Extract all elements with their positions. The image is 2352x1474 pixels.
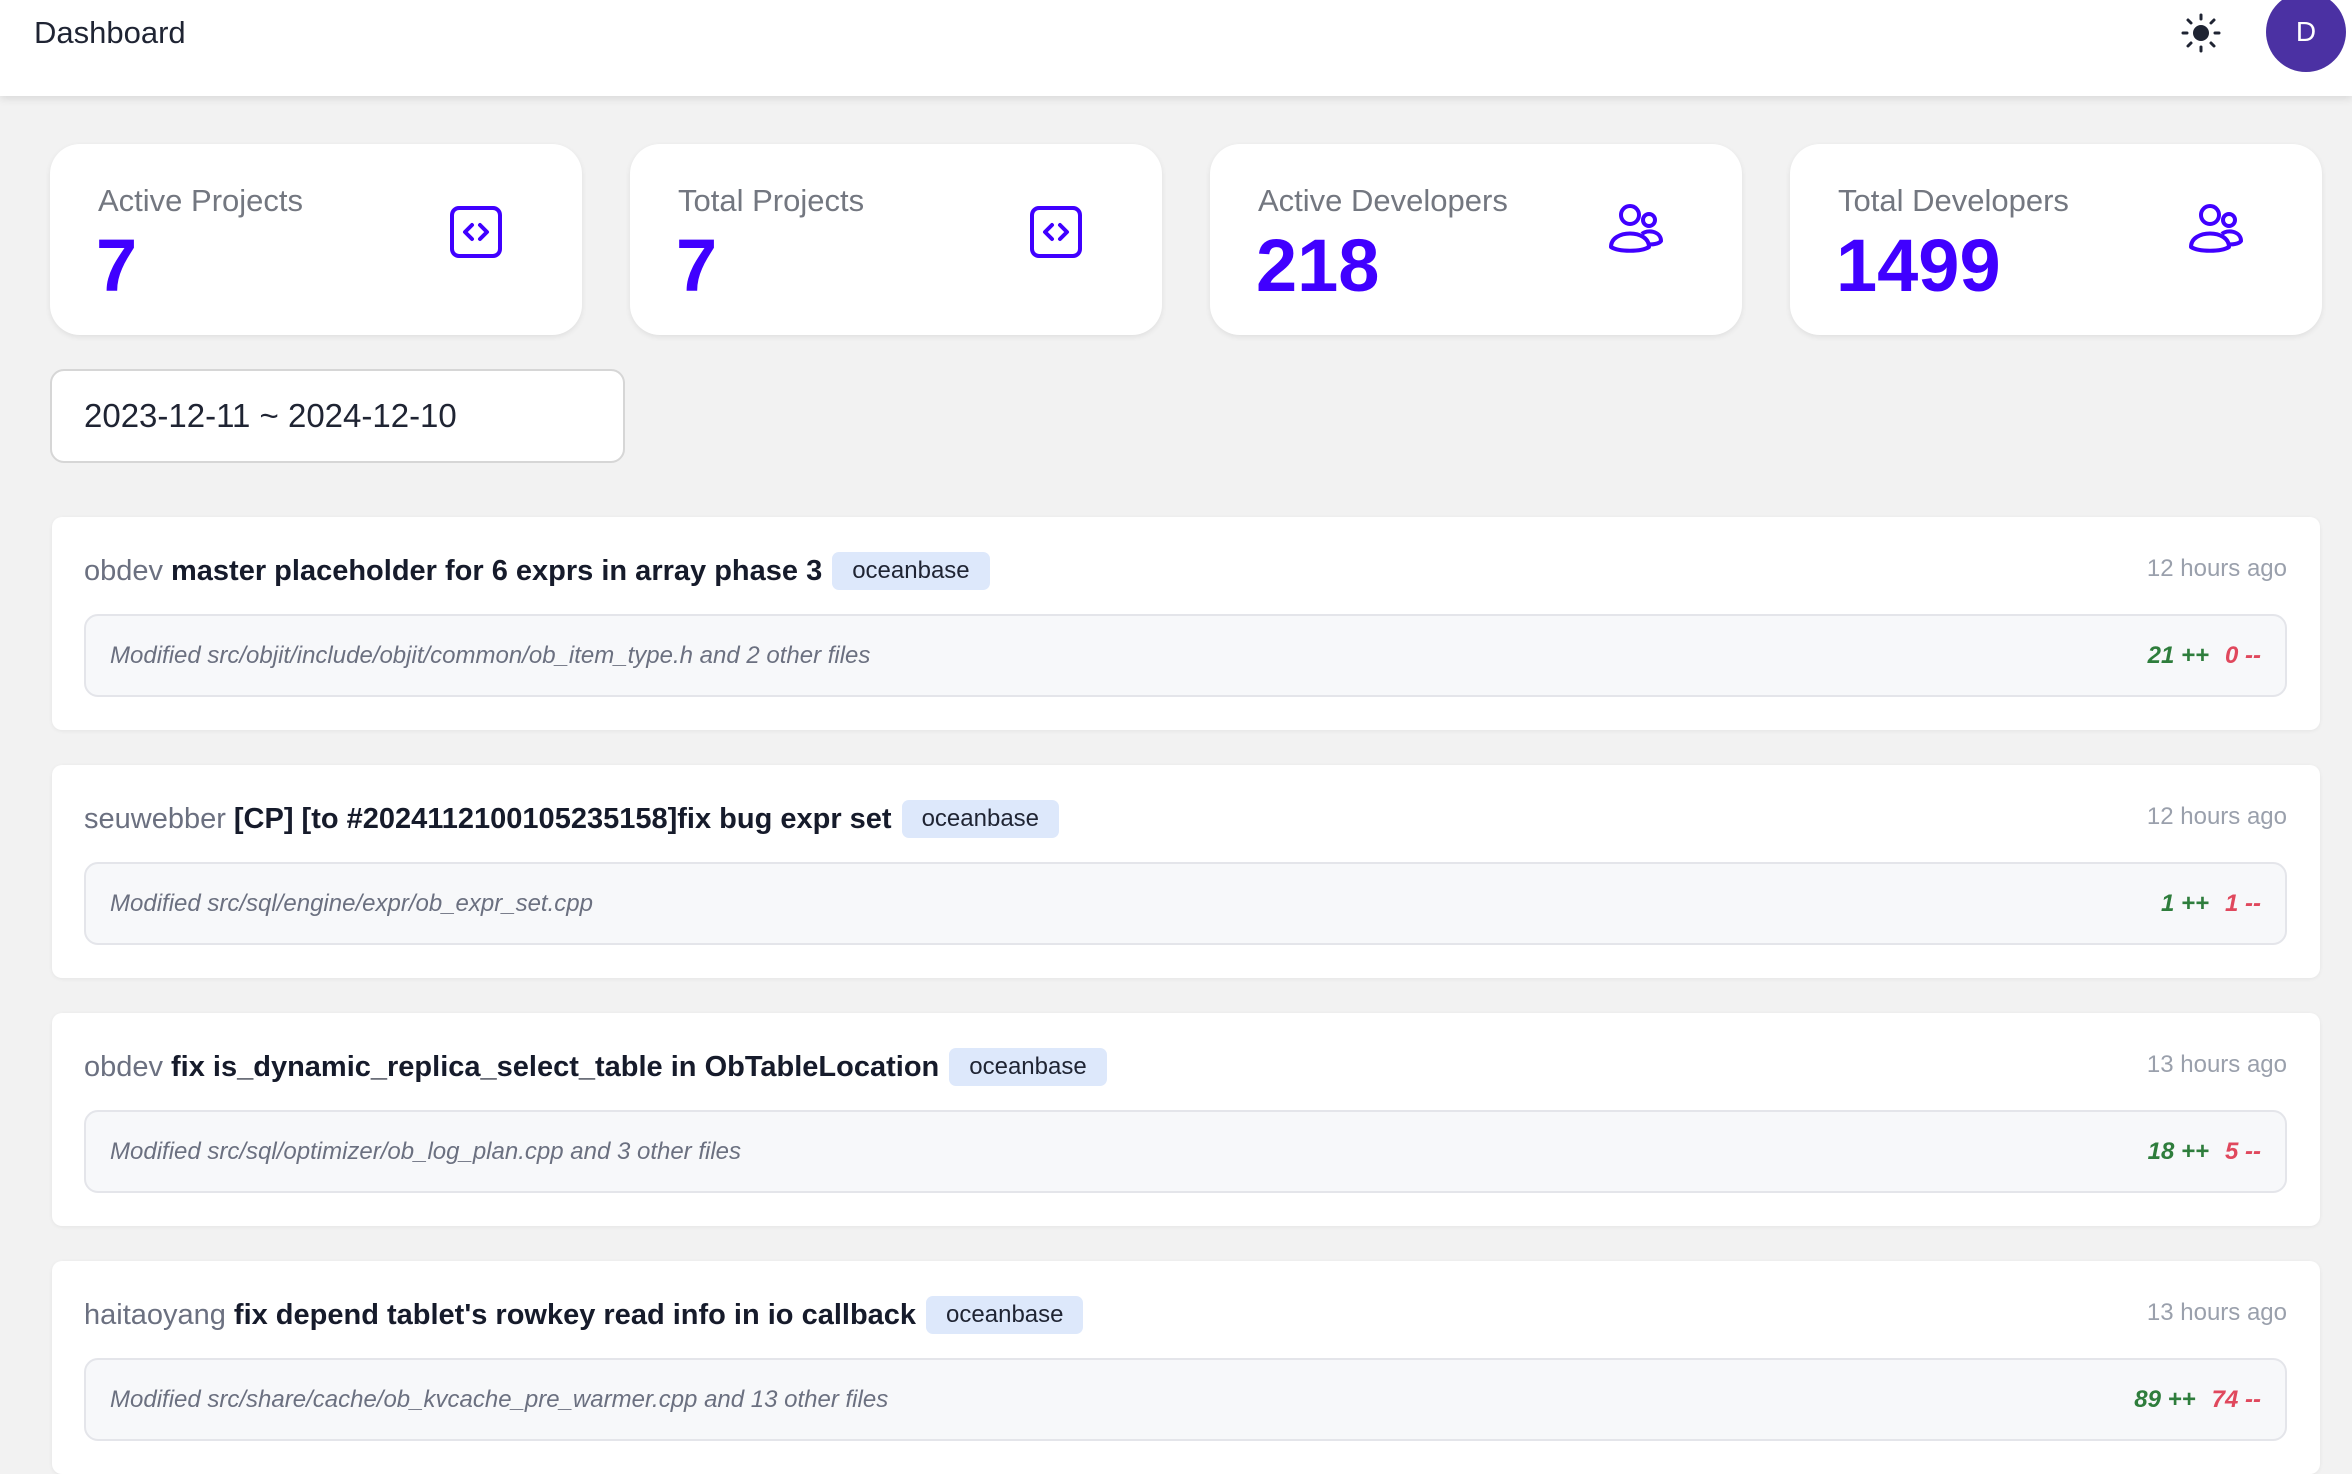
file-changes-box: Modified src/sql/optimizer/ob_log_plan.c… <box>84 1110 2287 1193</box>
user-avatar[interactable]: D <box>2266 0 2346 72</box>
users-icon <box>2189 204 2243 253</box>
diff-stats: 21 ++ 0 -- <box>2148 616 2261 695</box>
commit-header: obdev master placeholder for 6 exprs in … <box>84 549 2288 593</box>
deletions-count: 1 -- <box>2225 890 2261 917</box>
file-summary: Modified src/sql/engine/expr/ob_expr_set… <box>110 890 593 917</box>
commit-time: 12 hours ago <box>2146 555 2287 582</box>
commit-message[interactable]: [CP] [to #2024112100105235158]fix bug ex… <box>234 803 892 836</box>
deletions-count: 5 -- <box>2225 1138 2261 1165</box>
file-changes-box: Modified src/share/cache/ob_kvcache_pre_… <box>84 1358 2287 1441</box>
stat-label: Total Developers <box>1838 183 2069 218</box>
stat-label: Active Projects <box>98 183 304 218</box>
additions-count: 21 ++ <box>2147 642 2209 669</box>
deletions-count: 74 -- <box>2211 1386 2261 1413</box>
stat-card-active-projects: Active Projects 7 <box>50 144 582 335</box>
stat-card-total-projects: Total Projects 7 <box>630 144 1162 335</box>
repo-badge[interactable]: oceanbase <box>901 800 1060 838</box>
repo-badge[interactable]: oceanbase <box>949 1048 1107 1086</box>
file-summary: Modified src/objit/include/objit/common/… <box>110 642 871 669</box>
commit-header: obdev fix is_dynamic_replica_select_tabl… <box>84 1045 2288 1089</box>
code-icon <box>450 206 502 258</box>
commit-time: 13 hours ago <box>2146 1051 2287 1078</box>
theme-toggle-button[interactable] <box>2176 8 2226 58</box>
commit-author[interactable]: seuwebber <box>84 803 226 836</box>
deletions-count: 0 -- <box>2225 642 2261 669</box>
repo-badge[interactable]: oceanbase <box>926 1296 1084 1334</box>
file-summary: Modified src/share/cache/ob_kvcache_pre_… <box>110 1386 889 1413</box>
additions-count: 18 ++ <box>2147 1138 2209 1165</box>
diff-stats: 89 ++ 74 -- <box>2134 1360 2261 1439</box>
additions-count: 89 ++ <box>2134 1386 2196 1413</box>
stat-value: 7 <box>96 224 138 307</box>
commit-time: 13 hours ago <box>2146 1299 2287 1326</box>
file-summary: Modified src/sql/optimizer/ob_log_plan.c… <box>110 1138 742 1165</box>
commit-header: haitaoyang fix depend tablet's rowkey re… <box>84 1293 2288 1337</box>
stat-value: 218 <box>1256 224 1380 307</box>
commit-time: 12 hours ago <box>2146 803 2287 830</box>
commit-header: seuwebber [CP] [to #2024112100105235158]… <box>84 797 2288 841</box>
additions-count: 1 ++ <box>2160 890 2209 917</box>
users-icon <box>1609 204 1663 253</box>
commit-item[interactable]: haitaoyang fix depend tablet's rowkey re… <box>52 1261 2320 1474</box>
commit-message[interactable]: fix is_dynamic_replica_select_table in O… <box>171 1051 939 1084</box>
commit-author[interactable]: haitaoyang <box>84 1299 226 1332</box>
code-icon <box>1030 206 1082 258</box>
top-header: Dashboard D <box>0 0 2352 96</box>
stat-card-active-developers: Active Developers 218 <box>1210 144 1742 335</box>
commit-item[interactable]: obdev fix is_dynamic_replica_select_tabl… <box>52 1013 2320 1226</box>
date-range-picker[interactable]: 2023-12-11 ~ 2024-12-10 <box>50 369 625 463</box>
stat-value: 7 <box>676 224 718 307</box>
diff-stats: 1 ++ 1 -- <box>2161 864 2261 943</box>
stat-label: Total Projects <box>678 183 865 218</box>
diff-stats: 18 ++ 5 -- <box>2148 1112 2261 1191</box>
file-changes-box: Modified src/sql/engine/expr/ob_expr_set… <box>84 862 2287 945</box>
page-title: Dashboard <box>34 15 186 50</box>
commit-author[interactable]: obdev <box>84 555 163 588</box>
commit-author[interactable]: obdev <box>84 1051 163 1084</box>
stat-card-total-developers: Total Developers 1499 <box>1790 144 2322 335</box>
commit-message[interactable]: master placeholder for 6 exprs in array … <box>171 555 822 588</box>
commit-message[interactable]: fix depend tablet's rowkey read info in … <box>234 1299 916 1332</box>
repo-badge[interactable]: oceanbase <box>832 552 990 590</box>
file-changes-box: Modified src/objit/include/objit/common/… <box>84 614 2287 697</box>
sun-icon <box>2181 13 2221 53</box>
commit-item[interactable]: obdev master placeholder for 6 exprs in … <box>52 517 2320 730</box>
commit-item[interactable]: seuwebber [CP] [to #2024112100105235158]… <box>52 765 2320 978</box>
stat-value: 1499 <box>1836 224 2001 307</box>
stat-label: Active Developers <box>1258 183 1508 218</box>
